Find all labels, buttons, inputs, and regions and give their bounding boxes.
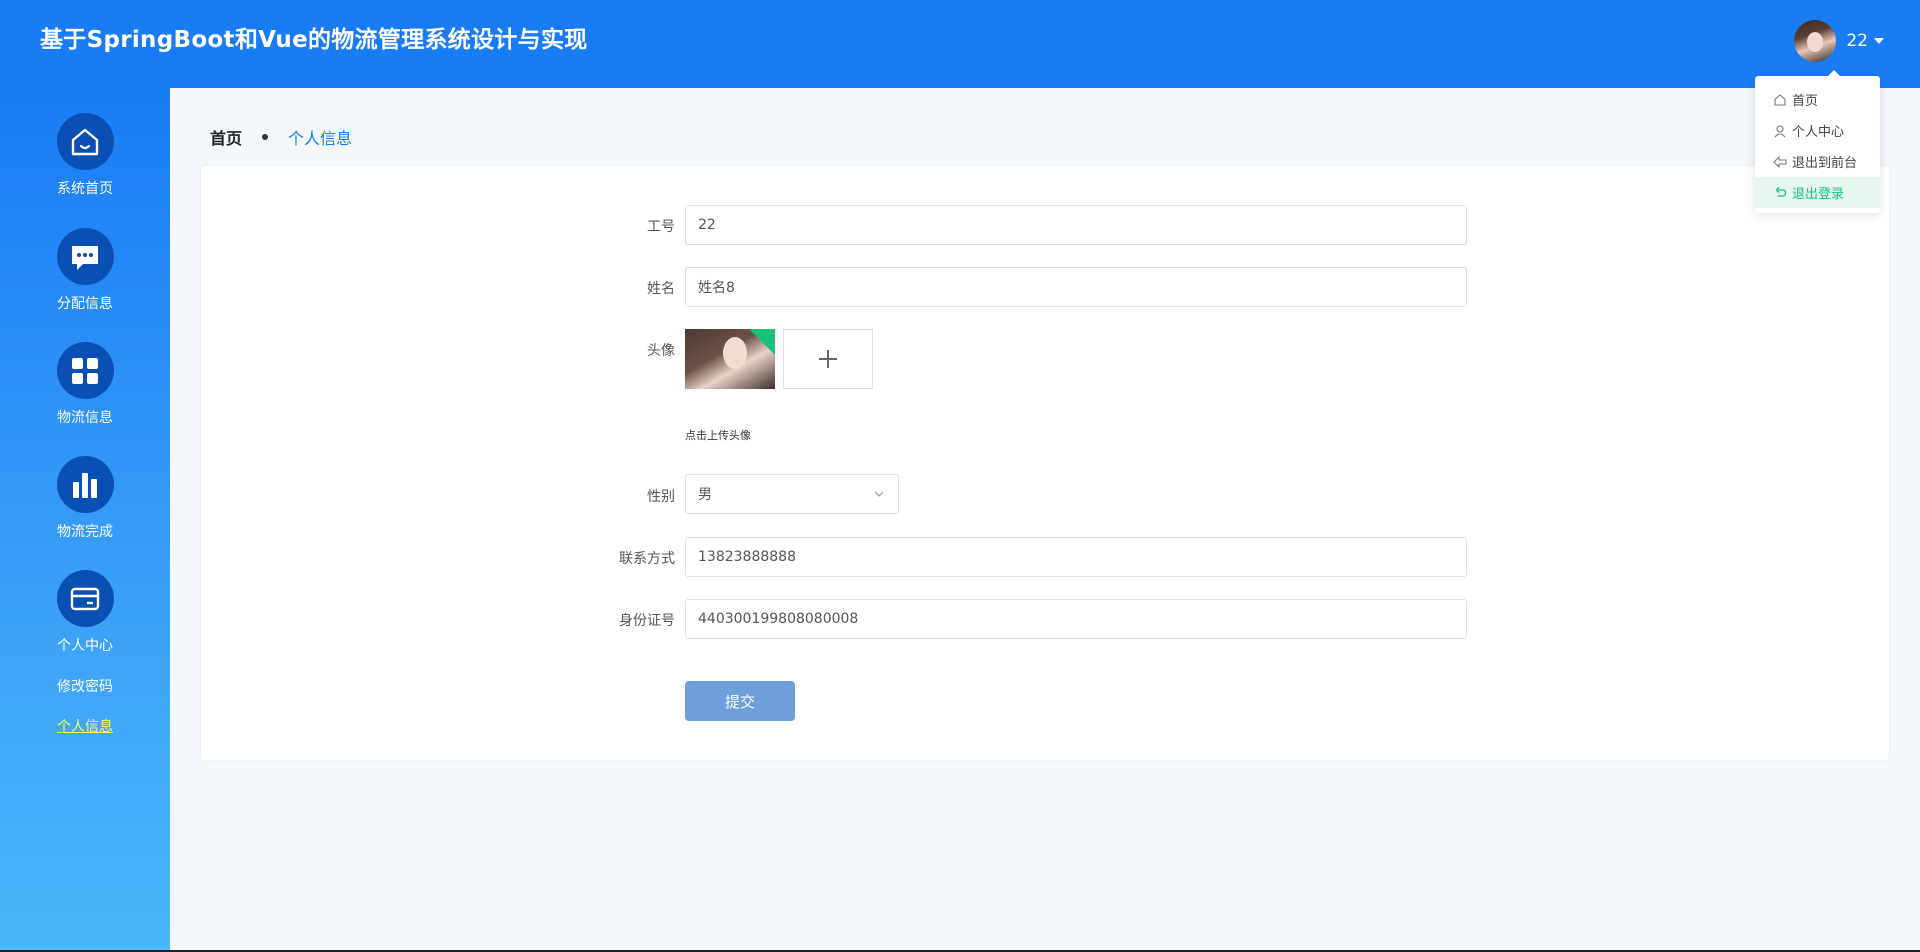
back-arrow-icon xyxy=(1773,155,1787,168)
sidebar-item-label: 物流信息 xyxy=(57,410,113,426)
user-name: 22 xyxy=(1846,31,1868,51)
phone-input[interactable]: 13823888888 xyxy=(685,537,1467,577)
upload-avatar-button[interactable] xyxy=(783,329,873,389)
phone-value: 13823888888 xyxy=(698,549,796,565)
home-outline-icon xyxy=(1774,93,1786,106)
gender-select[interactable]: 男 xyxy=(685,474,899,514)
phone-label: 联系方式 xyxy=(619,551,675,567)
submit-button[interactable]: 提交 xyxy=(685,681,795,721)
sidebar-item-label: 系统首页 xyxy=(57,181,113,197)
sidebar-subitem-personal-info[interactable]: 个人信息 xyxy=(0,716,170,736)
breadcrumb: 首页 个人信息 xyxy=(210,125,352,149)
chevron-down-icon xyxy=(874,491,884,497)
card-icon xyxy=(56,570,114,627)
id-number-label: 身份证号 xyxy=(619,613,675,629)
dropdown-item-home[interactable]: 首页 xyxy=(1755,84,1880,115)
dropdown-item-label: 首页 xyxy=(1792,94,1819,109)
employee-no-label: 工号 xyxy=(647,219,675,235)
dropdown-item-personal-center[interactable]: 个人中心 xyxy=(1755,115,1880,146)
gender-label: 性别 xyxy=(647,489,675,505)
sidebar-item-label: 物流完成 xyxy=(57,524,113,540)
dropdown-item-label: 退出登录 xyxy=(1792,187,1845,202)
id-number-input[interactable]: 440300199808080008 xyxy=(685,599,1467,639)
id-number-value: 440300199808080008 xyxy=(698,611,859,627)
name-label: 姓名 xyxy=(647,281,675,297)
avatar-label: 头像 xyxy=(647,343,675,359)
employee-no-input[interactable]: 22 xyxy=(685,205,1467,245)
user-icon xyxy=(1774,124,1786,137)
avatar-preview-image[interactable] xyxy=(685,329,775,389)
bar-chart-icon xyxy=(56,456,114,513)
avatar xyxy=(1794,20,1837,62)
dropdown-item-exit-to-frontend[interactable]: 退出到前台 xyxy=(1755,146,1880,177)
dropdown-item-logout[interactable]: 退出登录 xyxy=(1755,177,1880,208)
upload-hint: 点击上传头像 xyxy=(685,429,751,442)
top-header: 基于SpringBoot和Vue的物流管理系统设计与实现 22 xyxy=(0,0,1920,88)
user-menu-trigger[interactable]: 22 xyxy=(1794,20,1884,62)
employee-no-value: 22 xyxy=(698,217,716,233)
app-title: 基于SpringBoot和Vue的物流管理系统设计与实现 xyxy=(40,27,588,53)
sidebar-item-logistics-info[interactable]: 物流信息 xyxy=(0,342,170,427)
caret-down-icon xyxy=(1874,38,1884,44)
user-dropdown-menu: 首页 个人中心 退出到前台 退出登录 xyxy=(1755,70,1880,213)
dropdown-item-label: 退出到前台 xyxy=(1792,156,1858,171)
sidebar-item-label: 分配信息 xyxy=(57,296,113,312)
home-icon xyxy=(56,113,114,170)
sidebar-item-assign-info[interactable]: 分配信息 xyxy=(0,228,170,313)
sidebar: 系统首页 分配信息 物流信息 物流完成 个人中心 修改密码 个人信息 xyxy=(0,88,170,952)
gender-value: 男 xyxy=(698,487,712,503)
sidebar-item-label: 个人中心 xyxy=(57,638,113,654)
chat-icon xyxy=(56,228,114,285)
breadcrumb-current: 个人信息 xyxy=(288,129,353,148)
breadcrumb-separator xyxy=(262,134,269,140)
grid-icon xyxy=(56,342,114,399)
plus-icon xyxy=(819,350,837,368)
logout-icon xyxy=(1775,186,1787,197)
dropdown-item-label: 个人中心 xyxy=(1792,125,1845,140)
sidebar-item-home[interactable]: 系统首页 xyxy=(0,113,170,198)
name-value: 姓名8 xyxy=(698,280,735,296)
breadcrumb-home[interactable]: 首页 xyxy=(210,125,242,149)
sidebar-subitem-change-password[interactable]: 修改密码 xyxy=(0,676,170,696)
name-input[interactable]: 姓名8 xyxy=(685,267,1467,307)
sidebar-item-logistics-complete[interactable]: 物流完成 xyxy=(0,456,170,541)
sidebar-item-personal-center[interactable]: 个人中心 xyxy=(0,570,170,655)
